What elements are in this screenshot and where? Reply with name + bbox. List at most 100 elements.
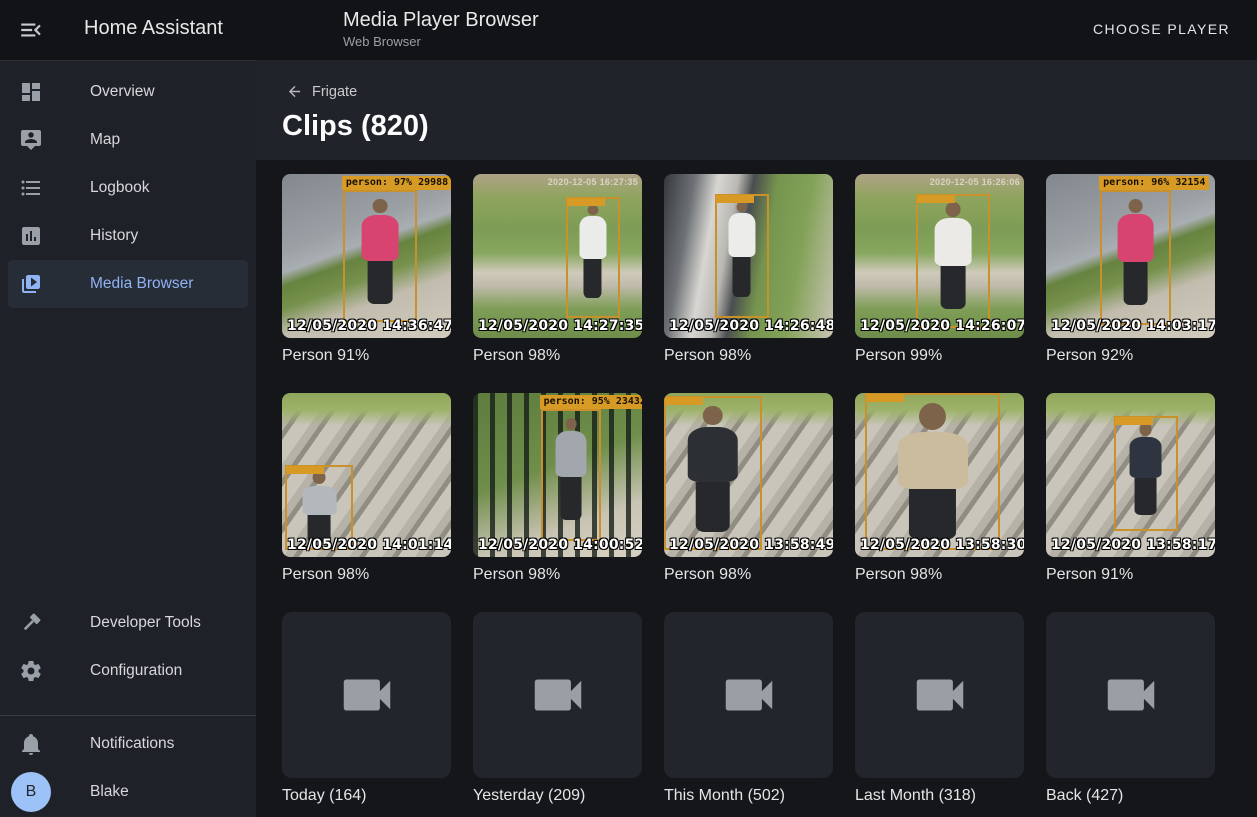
- folder-tile: [1046, 612, 1215, 778]
- clip-caption: Person 92%: [1046, 347, 1215, 365]
- timestamp-overlay: 12/05/2020 14:26:48: [669, 318, 833, 334]
- timestamp-overlay: 12/05/2020 14:00:52: [478, 537, 642, 553]
- detection-mini-label: [917, 195, 955, 203]
- sidebar-item-overview[interactable]: Overview: [8, 68, 248, 116]
- dashboard-icon: [19, 80, 43, 104]
- detection-bbox: person: 96% 32154: [1100, 190, 1171, 324]
- person-silhouette: [555, 418, 588, 535]
- media-grid: person: 97% 29988 12/05/2020 14:36:47 Pe…: [282, 174, 1215, 805]
- timestamp-overlay: 12/05/2020 13:58:49: [669, 537, 833, 553]
- timestamp-overlay: 12/05/2020 14:27:35: [478, 318, 642, 334]
- timestamp-overlay: 12/05/2020 14:01:14: [287, 537, 451, 553]
- folder-card-this-month[interactable]: This Month (502): [664, 612, 833, 805]
- folder-caption: Back (427): [1046, 787, 1215, 805]
- sidebar-item-developer-tools[interactable]: Developer Tools: [8, 599, 248, 647]
- clip-card[interactable]: person: 95% 23432 12/05/2020 14:00:52 Per…: [473, 393, 642, 584]
- timestamp-overlay: 12/05/2020 13:58:30: [860, 537, 1024, 553]
- sidebar-item-logbook[interactable]: Logbook: [8, 164, 248, 212]
- clip-caption: Person 99%: [855, 347, 1024, 365]
- camera-osd-time: 2020-12-05 16:27:35: [548, 177, 638, 187]
- page-title: Media Player Browser: [343, 8, 539, 32]
- list-bulleted-icon: [19, 176, 43, 200]
- sidebar-divider: [0, 715, 256, 716]
- clip-card[interactable]: 2020-12-05 16:26:0612/05/2020 14:26:07 P…: [855, 174, 1024, 365]
- folder-card-yesterday[interactable]: Yesterday (209): [473, 612, 642, 805]
- detection-mini-label: [1115, 417, 1153, 425]
- sidebar-nav: Overview Map Logbook History: [0, 68, 256, 308]
- clip-card[interactable]: 12/05/2020 13:58:17 Person 91%: [1046, 393, 1215, 584]
- clip-card[interactable]: person: 97% 29988 12/05/2020 14:36:47 Pe…: [282, 174, 451, 365]
- clip-caption: Person 98%: [473, 566, 642, 584]
- timestamp-overlay: 12/05/2020 14:36:47: [287, 318, 451, 334]
- video-camera-icon: [1100, 664, 1162, 726]
- sidebar-item-label: Developer Tools: [90, 614, 201, 632]
- sidebar-item-configuration[interactable]: Configuration: [8, 647, 248, 695]
- detection-mini-label: [286, 466, 324, 474]
- detection-bbox: [715, 194, 769, 319]
- clip-caption: Person 98%: [664, 347, 833, 365]
- sidebar-item-profile[interactable]: B Blake: [8, 768, 248, 816]
- clip-caption: Person 98%: [855, 566, 1024, 584]
- media-browser-header: Frigate Clips (820): [256, 60, 1257, 160]
- sidebar-item-label: Configuration: [90, 662, 182, 680]
- clip-caption: Person 91%: [1046, 566, 1215, 584]
- clip-thumbnail: 12/05/2020 14:26:48: [664, 174, 833, 338]
- person-silhouette: [301, 471, 338, 546]
- folder-card-back[interactable]: Back (427): [1046, 612, 1215, 805]
- sidebar-item-history[interactable]: History: [8, 212, 248, 260]
- choose-player-button[interactable]: CHOOSE PLAYER: [1087, 20, 1236, 38]
- folder-caption: This Month (502): [664, 787, 833, 805]
- clip-card[interactable]: 2020-12-05 16:27:35 12/05/2020 14:27:35 P…: [473, 174, 642, 365]
- folder-caption: Today (164): [282, 787, 451, 805]
- clip-caption: Person 91%: [282, 347, 451, 365]
- detection-label: person: 95% 23432: [540, 395, 642, 409]
- play-box-multiple-icon: [19, 272, 43, 296]
- sidebar-item-label: Notifications: [90, 735, 174, 753]
- sidebar-item-notifications[interactable]: Notifications: [8, 720, 248, 768]
- clip-thumbnail: 12/05/2020 13:58:17: [1046, 393, 1215, 557]
- sidebar-item-label: Overview: [90, 83, 155, 101]
- person-silhouette: [1128, 423, 1163, 525]
- clip-card[interactable]: 12/05/2020 14:26:48 Person 98%: [664, 174, 833, 365]
- clip-caption: Person 98%: [664, 566, 833, 584]
- clip-thumbnail: person: 95% 23432 12/05/2020 14:00:52: [473, 393, 642, 557]
- breadcrumb-label: Frigate: [312, 84, 357, 100]
- app-title: Home Assistant: [84, 17, 223, 40]
- folder-tile: [282, 612, 451, 778]
- folder-card-today[interactable]: Today (164): [282, 612, 451, 805]
- detection-mini-label: [567, 198, 605, 206]
- sidebar-item-map[interactable]: Map: [8, 116, 248, 164]
- person-silhouette: [895, 403, 971, 544]
- detection-bbox: [664, 396, 762, 550]
- person-silhouette: [686, 406, 741, 544]
- folder-caption: Yesterday (209): [473, 787, 642, 805]
- clip-card[interactable]: 12/05/2020 13:58:49 Person 98%: [664, 393, 833, 584]
- detection-bbox: person: 97% 29988: [343, 190, 417, 321]
- detection-mini-label: [866, 394, 904, 402]
- folder-caption: Last Month (318): [855, 787, 1024, 805]
- clip-card[interactable]: 12/05/2020 14:01:14 Person 98%: [282, 393, 451, 584]
- clip-card[interactable]: person: 96% 3215412/05/2020 14:03:17 Per…: [1046, 174, 1215, 365]
- top-app-bar: Home Assistant Media Player Browser Web …: [0, 0, 1257, 60]
- breadcrumb[interactable]: Frigate: [286, 83, 357, 100]
- clip-thumbnail: 2020-12-05 16:27:35 12/05/2020 14:27:35: [473, 174, 642, 338]
- bell-icon: [19, 732, 43, 756]
- sidebar-toggle-button[interactable]: [18, 17, 46, 43]
- timestamp-overlay: 12/05/2020 14:26:07: [860, 318, 1024, 334]
- page-subtitle: Web Browser: [343, 34, 539, 49]
- detection-bbox: [865, 393, 1000, 550]
- avatar: B: [11, 772, 51, 812]
- video-camera-icon: [336, 664, 398, 726]
- folder-card-last-month[interactable]: Last Month (318): [855, 612, 1024, 805]
- sidebar-item-media-browser[interactable]: Media Browser: [8, 260, 248, 308]
- user-name: Blake: [90, 783, 129, 801]
- clip-caption: Person 98%: [473, 347, 642, 365]
- person-silhouette: [1116, 199, 1155, 319]
- detection-label: person: 97% 29988: [342, 176, 451, 190]
- clip-thumbnail: 12/05/2020 14:01:14: [282, 393, 451, 557]
- clip-card[interactable]: 12/05/2020 13:58:30 Person 98%: [855, 393, 1024, 584]
- person-silhouette: [727, 202, 756, 313]
- clip-thumbnail: person: 97% 29988 12/05/2020 14:36:47: [282, 174, 451, 338]
- video-camera-icon: [718, 664, 780, 726]
- home-assistant-app: Home Assistant Media Player Browser Web …: [0, 0, 1257, 817]
